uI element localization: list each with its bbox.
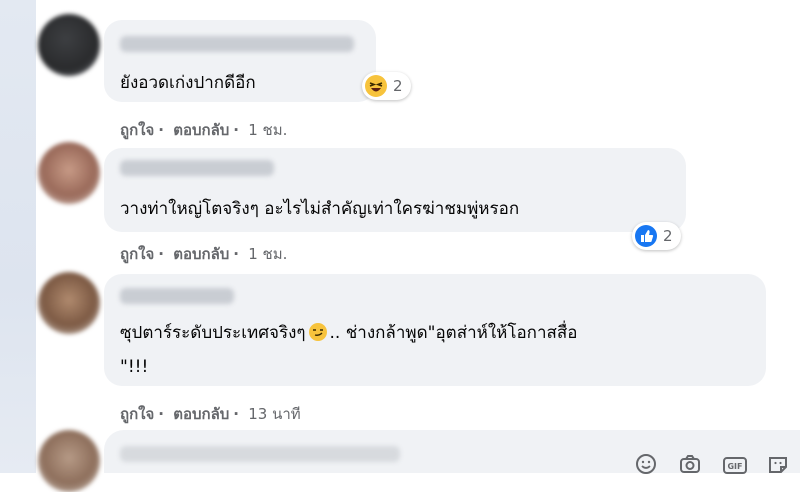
commenter-name[interactable]	[120, 36, 354, 52]
reply-link[interactable]: ตอบกลับ	[173, 245, 229, 263]
comment-actions: ถูกใจ · ตอบกลับ · 1 ชม.	[120, 245, 288, 263]
reaction-badge[interactable]: 2	[632, 222, 681, 250]
comment-text-part: ซุปตาร์ระดับประเทศจริงๆ	[120, 323, 306, 343]
svg-text:GIF: GIF	[727, 462, 742, 471]
camera-icon[interactable]	[678, 452, 702, 474]
left-panel-edge	[0, 0, 36, 473]
reaction-count: 2	[663, 227, 673, 245]
comment-text-line1: ซุปตาร์ระดับประเทศจริงๆ .. ช่างกล้าพูด"อุ…	[120, 322, 577, 344]
comment-text: ยังอวดเก่งปากดีอีก	[120, 73, 256, 93]
reaction-badge[interactable]: 2	[362, 72, 411, 100]
comment-text-part: .. ช่างกล้าพูด"อุตส่าห์ให้โอกาสสื่อ	[329, 323, 578, 343]
like-link[interactable]: ถูกใจ	[120, 121, 154, 139]
reply-link[interactable]: ตอบกลับ	[173, 121, 229, 139]
reaction-count: 2	[393, 77, 403, 95]
commenter-name[interactable]	[120, 160, 274, 176]
timestamp[interactable]: 1 ชม.	[248, 245, 287, 263]
sticker-icon[interactable]	[766, 452, 790, 474]
comment-text: วางท่าใหญ่โตจริงๆ อะไรไม่สำคัญเท่าใครฆ่า…	[120, 199, 520, 219]
smirk-emoji-icon	[308, 323, 327, 341]
gif-icon[interactable]: GIF	[722, 452, 747, 474]
avatar[interactable]	[38, 430, 100, 492]
reply-link[interactable]: ตอบกลับ	[173, 405, 229, 423]
like-link[interactable]: ถูกใจ	[120, 245, 154, 263]
timestamp[interactable]: 1 ชม.	[248, 121, 287, 139]
commenter-name[interactable]	[120, 288, 234, 304]
comment-text-line2: "!!!	[120, 357, 149, 377]
avatar[interactable]	[38, 142, 100, 204]
avatar[interactable]	[38, 272, 100, 334]
avatar[interactable]	[38, 14, 100, 76]
emoji-icon[interactable]	[634, 452, 658, 474]
comment-actions: ถูกใจ · ตอบกลับ · 13 นาที	[120, 405, 301, 423]
comment-actions: ถูกใจ · ตอบกลับ · 1 ชม.	[120, 121, 288, 139]
like-link[interactable]: ถูกใจ	[120, 405, 154, 423]
composer-placeholder	[120, 446, 400, 462]
like-thumb-icon	[635, 225, 657, 247]
timestamp[interactable]: 13 นาที	[248, 405, 300, 423]
laughing-emoji-icon	[365, 75, 387, 97]
